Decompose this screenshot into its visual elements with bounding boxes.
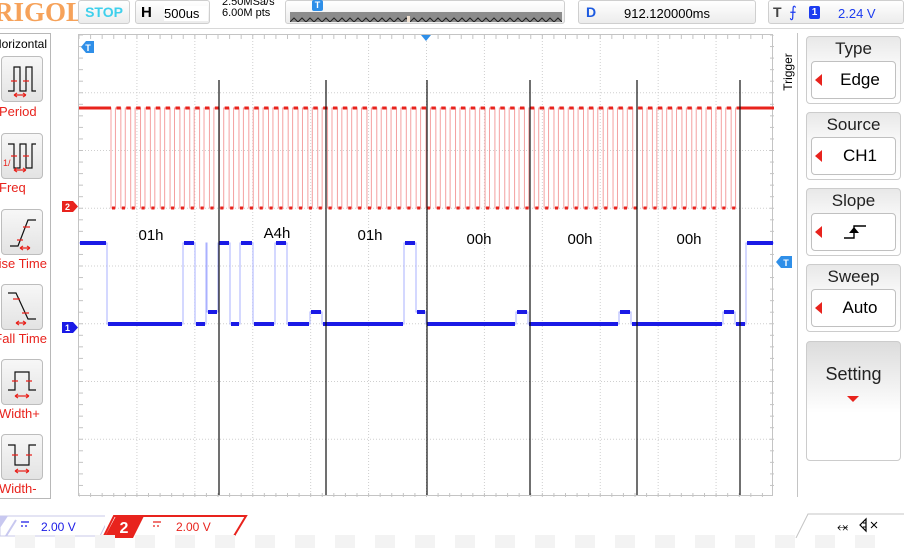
trigger-menu: Trigger Type Edge Source CH1 Slope Sweep…	[778, 33, 904, 497]
trigger-slope-value-box[interactable]	[811, 213, 896, 251]
trigger-source-group[interactable]: Source CH1	[806, 112, 901, 180]
decode-byte-label: 00h	[466, 231, 491, 248]
trigger-source-title: Source	[826, 115, 881, 134]
ch2-offset-marker[interactable]: 2	[62, 199, 78, 212]
measure-frequency-button[interactable]: 1/	[1, 133, 43, 179]
trigger-menu-column: Type Edge Source CH1 Slope Sweep Auto Se…	[797, 33, 904, 497]
selector-arrow-icon	[815, 150, 822, 162]
memory-overview[interactable]: T	[285, 0, 565, 24]
timebase-value: 500us	[164, 6, 208, 21]
ch1-offset-marker[interactable]: 1	[62, 320, 78, 333]
measure-period-button[interactable]	[1, 56, 43, 102]
svg-text:1/: 1/	[3, 158, 11, 168]
trigger-position-marker[interactable]: T	[81, 41, 94, 53]
rising-edge-icon: ⨍	[789, 4, 797, 21]
trigger-type-value-box[interactable]: Edge	[811, 61, 896, 99]
trigger-sweep-value-box[interactable]: Auto	[811, 289, 896, 327]
measure-menu-title: Horizontal	[0, 37, 47, 51]
decode-byte-label: 01h	[138, 227, 163, 244]
trigger-slope-group[interactable]: Slope	[806, 188, 901, 256]
footer-strip	[0, 535, 904, 548]
ch1-marker-label: 1	[65, 323, 70, 333]
measure-period-label: Period	[0, 104, 37, 119]
trigger-status[interactable]: T ⨍ 1 2.24 V	[768, 0, 904, 24]
fall-time-icon	[8, 292, 36, 326]
period-icon	[8, 66, 36, 98]
measure-frequency-label: Freq	[0, 180, 26, 195]
measure-rise-time-button[interactable]	[1, 209, 43, 255]
trigger-marker-label: T	[85, 43, 91, 53]
trigger-sweep-title: Sweep	[827, 267, 880, 286]
measure-rise-time-label: Rise Time	[0, 256, 47, 271]
decode-byte-label: 00h	[676, 231, 701, 248]
dc-coupling-icon	[153, 521, 161, 527]
dc-coupling-icon	[21, 521, 29, 527]
waveform-display[interactable]: 01h A4h 01h 00h 00h 00h T 2 1 T	[62, 34, 792, 497]
memory-waveform-strip	[290, 12, 562, 22]
trigger-setting-label: Setting	[825, 364, 882, 384]
measure-positive-width-label: +Width	[0, 406, 40, 421]
trigger-sweep-value: Auto	[842, 298, 878, 317]
delay-value: 912.120000ms	[624, 6, 711, 21]
negative-width-icon	[8, 444, 36, 474]
horizontal-delay[interactable]: D 912.120000ms	[578, 0, 756, 24]
memory-depth: 6.00M pts	[222, 7, 271, 19]
positive-width-icon	[8, 371, 36, 399]
measure-fall-time-button[interactable]	[1, 284, 43, 330]
ch1-scale: 2.00 V	[41, 520, 76, 534]
waveform-canvas: 01h A4h 01h 00h 00h 00h T	[79, 35, 774, 497]
trigger-type-title: Type	[835, 39, 872, 58]
trigger-menu-title: Trigger	[781, 53, 795, 91]
top-status-bar: RIGOL STOP H 500us 2.50MSa/s 6.00M pts T…	[0, 0, 904, 29]
measure-positive-width-button[interactable]	[1, 359, 43, 405]
trigger-menu-tab[interactable]: Trigger	[778, 33, 798, 113]
acquisition-info: 2.50MSa/s 6.00M pts	[222, 0, 275, 19]
measure-negative-width-label: -Width	[0, 481, 37, 496]
trigger-type-group[interactable]: Type Edge	[806, 36, 901, 104]
memory-waveform-icon	[290, 16, 562, 22]
measure-menu: Horizontal Period 1/ Freq Rise Time	[0, 33, 51, 499]
ch2-scale: 2.00 V	[176, 520, 211, 534]
brand-logo: RIGOL	[0, 0, 85, 27]
usb-icon: ⬾	[837, 518, 849, 534]
decode-byte-label: A4h	[264, 225, 291, 242]
trigger-time-marker-icon[interactable]	[421, 35, 431, 41]
decode-byte-label: 01h	[357, 227, 382, 244]
delay-label: D	[586, 4, 597, 20]
frequency-icon: 1/	[3, 143, 36, 173]
selector-arrow-icon	[815, 74, 822, 86]
measure-negative-width-button[interactable]	[1, 434, 43, 480]
horizontal-timebase[interactable]: H 500us	[135, 0, 210, 24]
horizontal-label: H	[141, 4, 152, 21]
trigger-position-marker-icon: T	[312, 0, 323, 11]
decode-byte-label: 00h	[567, 231, 592, 248]
trigger-level: 2.24 V	[838, 6, 876, 21]
trigger-sweep-group[interactable]: Sweep Auto	[806, 264, 901, 332]
trigger-label: T	[773, 4, 782, 20]
trigger-type-value: Edge	[840, 70, 880, 89]
selector-arrow-icon	[815, 302, 822, 314]
trigger-source-badge: 1	[809, 6, 820, 19]
rise-time-icon	[10, 219, 36, 251]
trigger-setting-button[interactable]: Setting	[806, 341, 901, 461]
measure-fall-time-label: Fall Time	[0, 331, 47, 346]
expand-down-arrow-icon	[847, 396, 859, 402]
trigger-source-value: CH1	[842, 146, 877, 165]
trigger-source-value-box[interactable]: CH1	[811, 137, 896, 175]
ch2-marker-label: 2	[65, 202, 70, 212]
view-window-marker	[407, 16, 410, 22]
trigger-slope-title: Slope	[831, 191, 876, 210]
selector-arrow-icon	[815, 226, 822, 238]
run-stop-status[interactable]: STOP	[78, 0, 130, 24]
speaker-muted-icon[interactable]	[858, 517, 882, 533]
rising-edge-icon	[844, 225, 866, 239]
